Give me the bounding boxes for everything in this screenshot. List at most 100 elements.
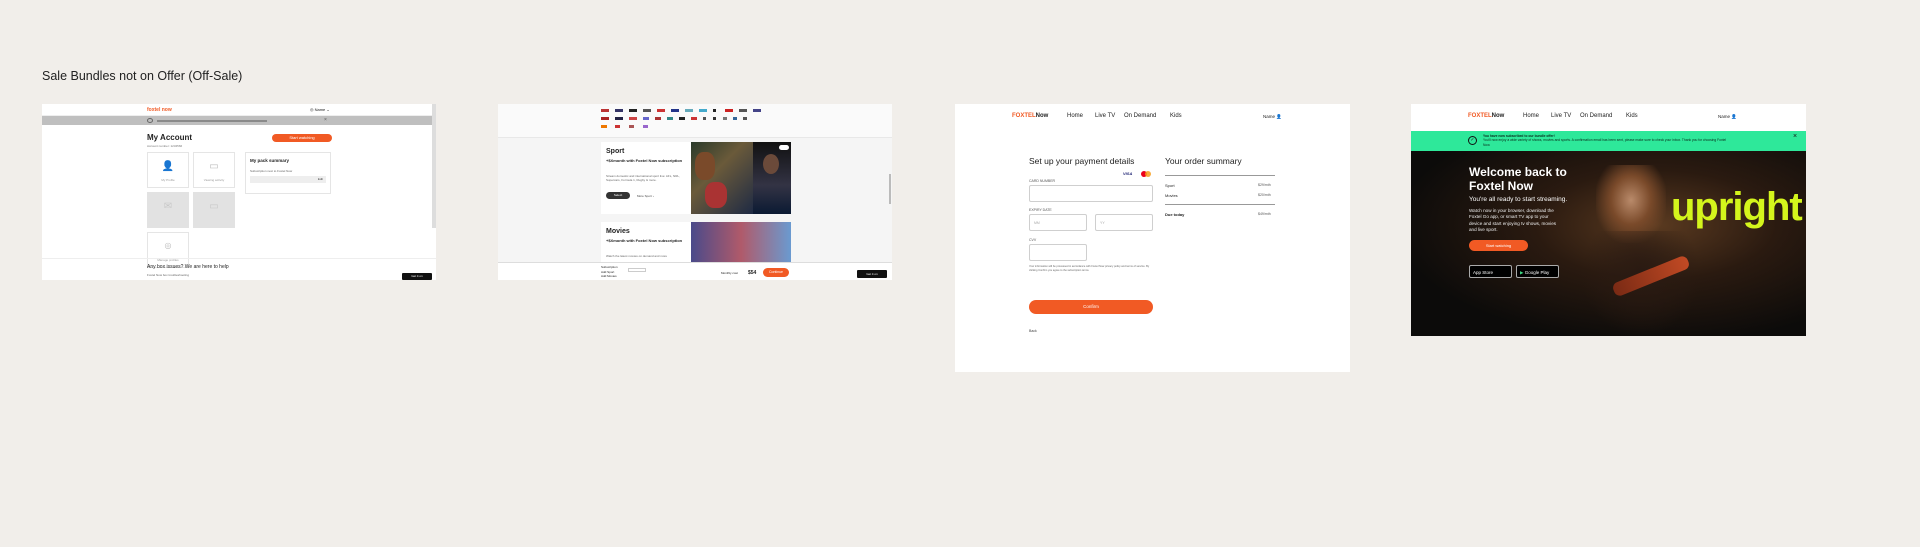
more-sport-link[interactable]: More Sport › <box>637 194 654 198</box>
close-icon[interactable]: × <box>324 117 327 123</box>
payment-title: Set up your payment details <box>1029 156 1135 166</box>
nav-kids[interactable]: Kids <box>1626 113 1638 119</box>
sport-pack-card: Sport +$Xmonth with Foxtel Now subscript… <box>601 142 791 214</box>
user-icon: 👤 <box>1276 114 1282 119</box>
screen-welcome: FOXTELNow Home Live TV On Demand Kids Na… <box>1411 104 1806 336</box>
notice-text: You have now subscribed to our bundle of… <box>1483 134 1727 147</box>
activity-icon: ▭ <box>209 161 219 172</box>
footer-price: $54 <box>748 270 757 276</box>
cvv-label: CVV <box>1029 238 1037 242</box>
channel-badge <box>779 145 789 150</box>
account-number: Account number: 1234566 <box>147 144 183 148</box>
sport-image-figure-1 <box>695 152 715 180</box>
tile-manage-profiles[interactable]: ◎ Manage profiles <box>147 232 189 268</box>
mail-icon: ✉ <box>163 201 173 212</box>
user-menu[interactable]: ◎ Name ⌄ <box>310 107 330 112</box>
user-menu[interactable]: Name 👤 <box>1718 114 1737 120</box>
hero-banner: upright Welcome back to Foxtel Now You'r… <box>1411 151 1806 336</box>
banner-text <box>157 120 267 122</box>
pack-summary-desc: Subscription next to Foxtel Now <box>250 169 293 173</box>
check-icon: ✓ <box>1468 136 1477 145</box>
sport-image-face <box>763 154 779 174</box>
due-today-label: Due today <box>1165 212 1185 217</box>
chevron-down-icon: ⌄ <box>326 107 330 112</box>
movies-desc: Watch the latest movies on demand and mo… <box>606 254 668 258</box>
back-link[interactable]: Back <box>1029 329 1037 333</box>
channel-logo-grid <box>601 109 786 129</box>
cvv-input[interactable] <box>1029 244 1087 261</box>
pack-summary-link[interactable]: Edit <box>318 177 323 181</box>
order-item-sport-price: $29/mth <box>1258 183 1271 187</box>
info-banner: × <box>42 116 436 125</box>
app-store-button[interactable]: App Store <box>1469 265 1512 278</box>
profiles-icon: ◎ <box>164 241 172 250</box>
sport-image-2 <box>753 142 791 214</box>
start-watching-button[interactable]: Start watching <box>272 134 332 142</box>
store-badge[interactable]: Get it on <box>402 273 432 280</box>
tile-disabled-2: ▭ <box>193 192 235 228</box>
help-link[interactable]: Foxtel Now box troubleshooting <box>147 273 189 277</box>
chevron-right-icon: › <box>652 194 654 198</box>
scrollbar[interactable] <box>432 104 436 228</box>
welcome-body: Watch now in your browser, download the … <box>1469 208 1557 233</box>
welcome-title: Welcome back to Foxtel Now <box>1469 165 1567 193</box>
sport-image-figure-2 <box>705 182 727 208</box>
tile-my-profile[interactable]: 👤 My Profile <box>147 152 189 188</box>
nav-live-tv[interactable]: Live TV <box>1551 113 1571 119</box>
board-title: Sale Bundles not on Offer (Off-Sale) <box>42 69 243 83</box>
summary-footer: Subscription Add Sport Add Movies Monthl… <box>498 262 892 280</box>
channel-logo-icons <box>601 109 761 128</box>
pack-summary-title: My pack summary <box>250 158 290 163</box>
play-icon: ▶ <box>1520 270 1524 275</box>
sport-desc: Stream domestic and international sport … <box>606 174 680 183</box>
sport-title: Sport <box>606 148 625 155</box>
legal-text: Your information will be processed in ac… <box>1029 265 1150 272</box>
tile-disabled-1: ✉ <box>147 192 189 228</box>
order-item-movies: Movies <box>1165 193 1178 198</box>
start-watching-button[interactable]: Start watching <box>1469 240 1528 251</box>
success-notice: ✓ You have now subscribed to our bundle … <box>1411 131 1806 151</box>
due-today-price: $49/mth <box>1258 212 1271 216</box>
store-badge[interactable]: Get it on <box>857 270 887 278</box>
card-number-input[interactable] <box>1029 185 1153 202</box>
screen-packs: Sport +$Xmonth with Foxtel Now subscript… <box>498 104 892 280</box>
brand-logo[interactable]: FOXTELNow <box>1468 113 1504 119</box>
card-number-label: CARD NUMBER <box>1029 179 1056 183</box>
order-item-sport: Sport <box>1165 183 1175 188</box>
help-title: Any box issues? We are here to help <box>147 264 229 270</box>
show-logo: upright <box>1671 185 1803 229</box>
close-icon[interactable]: × <box>1793 133 1797 140</box>
confirm-button[interactable]: Confirm <box>1029 300 1153 314</box>
channel-logos <box>498 104 892 138</box>
user-menu[interactable]: Name 👤 <box>1263 114 1282 120</box>
screen-my-account: foxtel now ◎ Name ⌄ × My Account Account… <box>42 104 436 280</box>
mastercard-icon <box>1141 171 1151 177</box>
divider <box>1165 175 1275 176</box>
order-summary-title: Your order summary <box>1165 156 1242 166</box>
movies-price: +$Xmonth with Foxtel Now subscription <box>606 238 683 243</box>
continue-button[interactable]: Continue <box>763 268 789 277</box>
nav-home[interactable]: Home <box>1067 113 1083 119</box>
footer-total-label: Monthly cost <box>721 271 738 275</box>
visa-icon: VISA <box>1123 171 1133 176</box>
footer-select[interactable] <box>628 268 646 272</box>
brand-logo[interactable]: foxtel now <box>147 107 172 113</box>
brand-logo[interactable]: FOXTELNow <box>1012 113 1048 119</box>
expiry-year-input[interactable]: YY <box>1095 214 1153 231</box>
tile-viewing-activity[interactable]: ▭ Viewing activity <box>193 152 235 188</box>
nav-kids[interactable]: Kids <box>1170 113 1182 119</box>
google-play-button[interactable]: ▶ Google Play <box>1516 265 1559 278</box>
scrollbar[interactable] <box>889 174 891 204</box>
welcome-subtitle: You're all ready to start streaming. <box>1469 196 1568 203</box>
info-icon <box>147 118 153 123</box>
expiry-month-input[interactable]: MM <box>1029 214 1087 231</box>
select-sport-button[interactable]: Select <box>606 192 630 199</box>
order-item-movies-price: $20/mth <box>1258 193 1271 197</box>
pack-summary-card: My pack summary Subscription next to Fox… <box>245 152 331 194</box>
nav-on-demand[interactable]: On Demand <box>1580 113 1612 119</box>
nav-home[interactable]: Home <box>1523 113 1539 119</box>
movies-title: Movies <box>606 228 630 235</box>
nav-live-tv[interactable]: Live TV <box>1095 113 1115 119</box>
user-icon: 👤 <box>1731 114 1737 119</box>
nav-on-demand[interactable]: On Demand <box>1124 113 1156 119</box>
